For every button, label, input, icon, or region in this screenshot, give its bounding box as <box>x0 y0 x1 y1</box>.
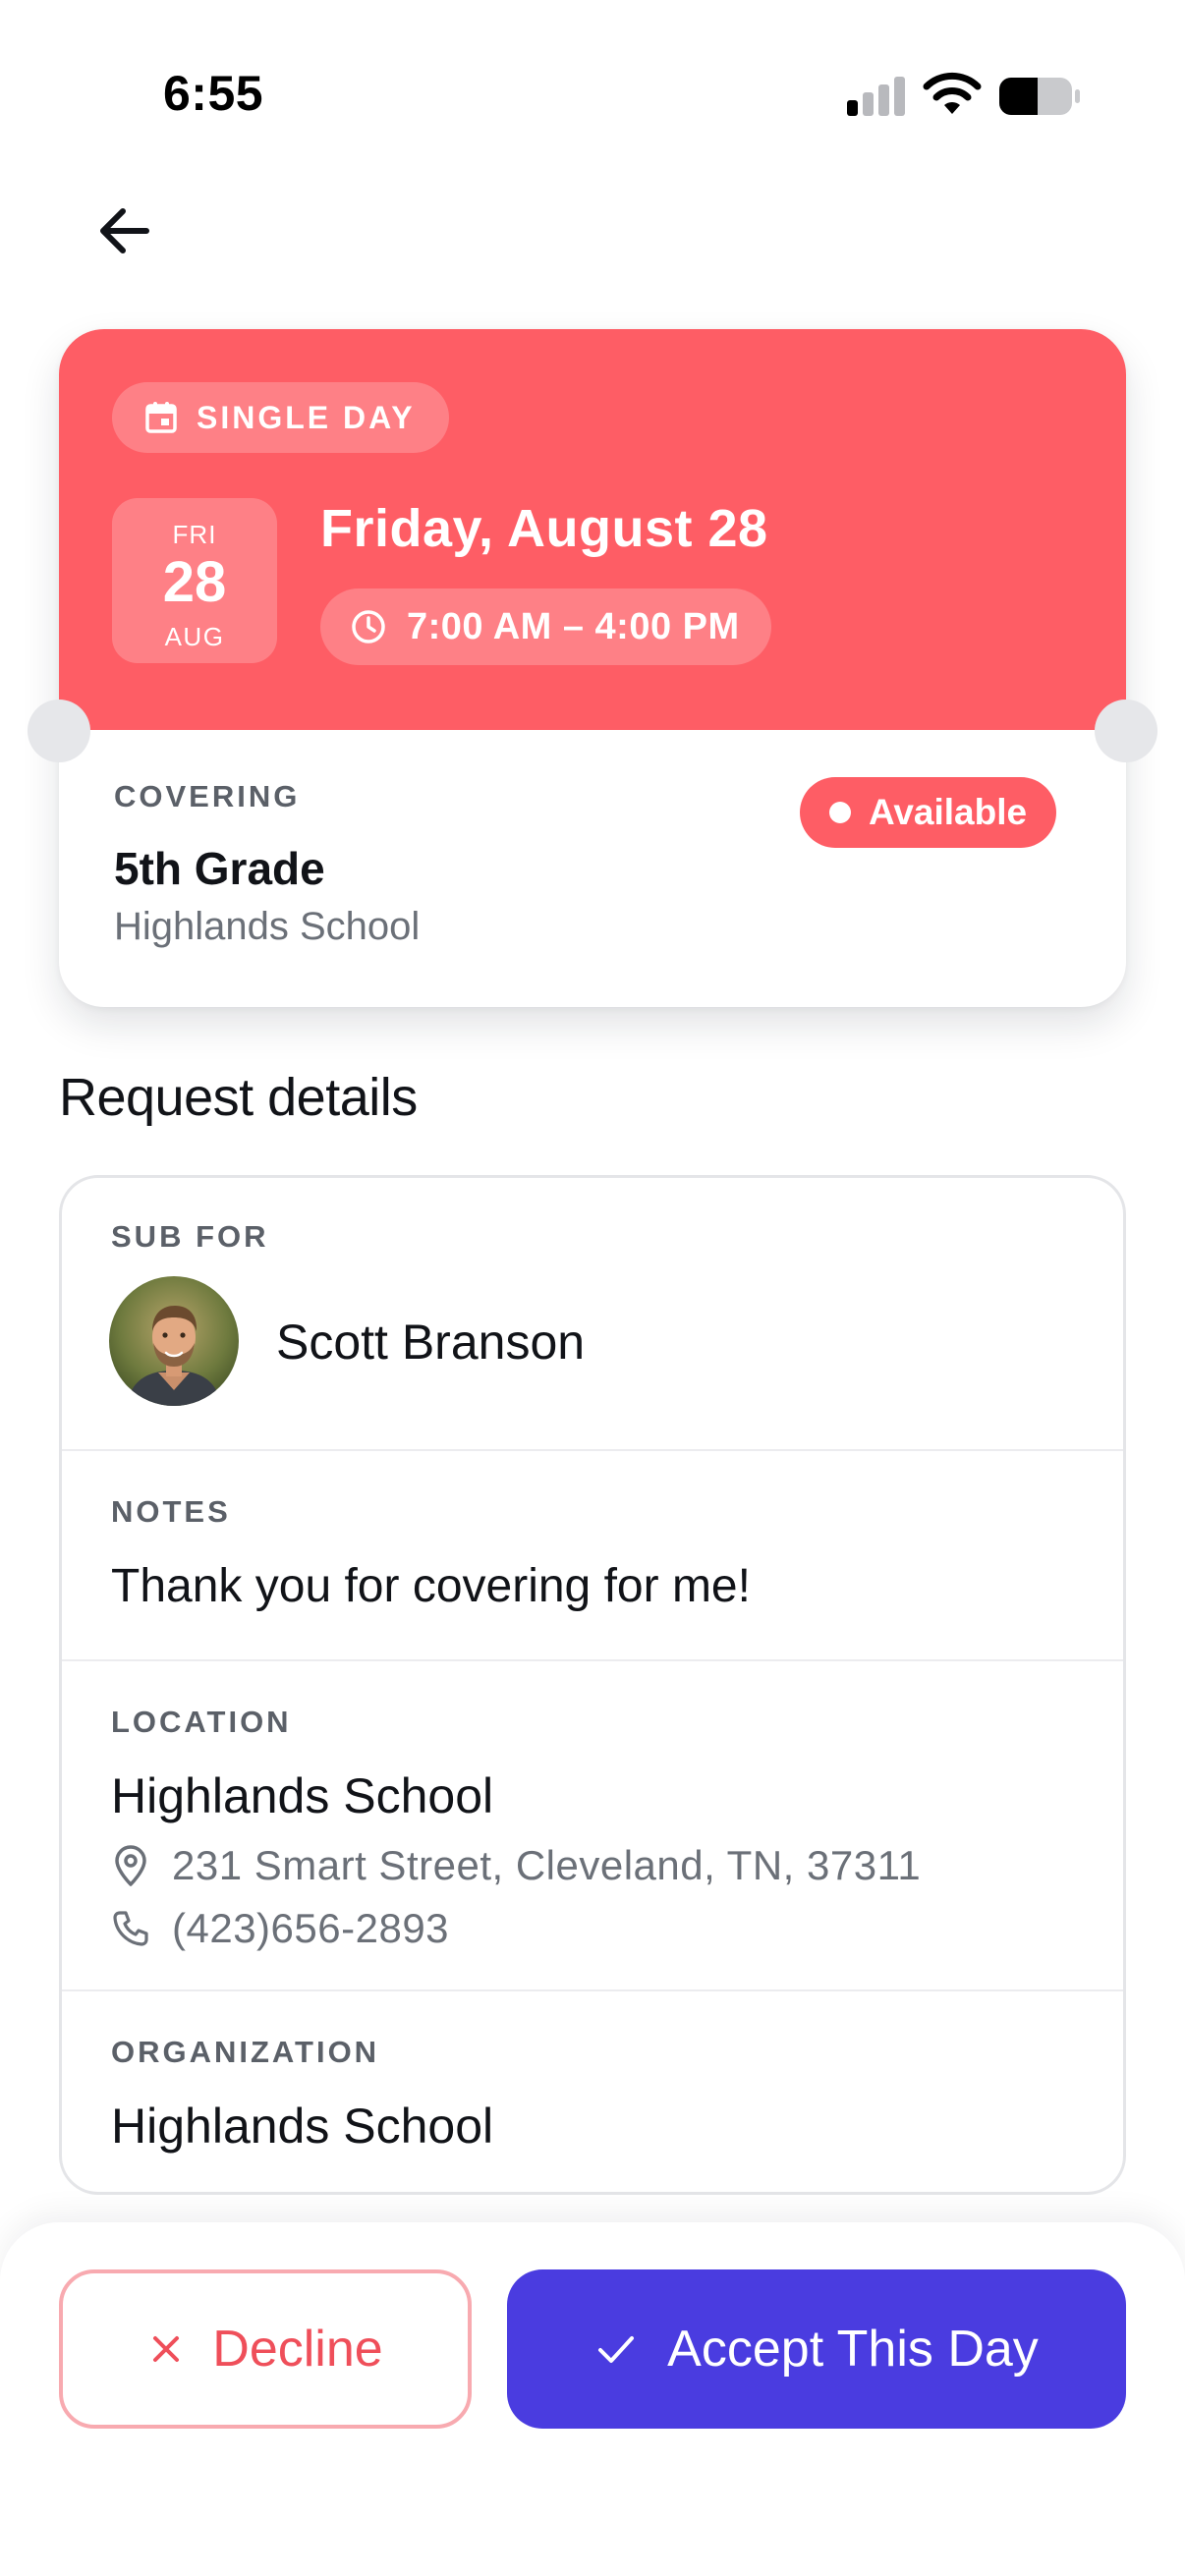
location-section: LOCATION Highlands School 231 Smart Stre… <box>62 1661 1123 1991</box>
action-bar: Decline Accept This Day <box>0 2222 1185 2576</box>
date-badge: FRI 28 AUG <box>112 498 277 663</box>
assignment-date-title: Friday, August 28 <box>320 499 768 558</box>
organization-label: ORGANIZATION <box>111 2035 380 2069</box>
request-details-card: SUB FOR Scott Branson NOTES Thank you fo… <box>59 1175 1126 2195</box>
status-badge: Available <box>800 777 1057 848</box>
phone-icon <box>113 1911 148 1946</box>
notes-text: Thank you for covering for me! <box>111 1560 751 1612</box>
organization-section: ORGANIZATION Highlands School <box>62 1991 1123 2192</box>
arrow-left-icon <box>100 208 149 253</box>
location-name: Highlands School <box>111 1768 494 1823</box>
status-badge-label: Available <box>869 792 1028 832</box>
calendar-icon <box>145 402 177 433</box>
location-label: LOCATION <box>111 1705 292 1739</box>
date-month: AUG <box>164 622 225 651</box>
covering-label: COVERING <box>114 779 301 813</box>
ticket-notch-left <box>28 700 90 762</box>
assignment-card: SINGLE DAY FRI 28 AUG Friday, August 28 … <box>59 329 1126 1007</box>
assignment-type-pill: SINGLE DAY <box>112 382 449 453</box>
time-range-label: 7:00 AM – 4:00 PM <box>407 605 740 647</box>
status-time: 6:55 <box>163 66 264 121</box>
back-button[interactable] <box>86 193 163 269</box>
avatar <box>109 1276 239 1406</box>
accept-button[interactable]: Accept This Day <box>507 2269 1126 2429</box>
decline-button[interactable]: Decline <box>59 2269 472 2429</box>
notes-label: NOTES <box>111 1494 231 1529</box>
sub-for-name: Scott Branson <box>276 1315 586 1370</box>
map-pin-icon <box>115 1845 146 1886</box>
assignment-type-label: SINGLE DAY <box>197 399 416 435</box>
status-bar: 6:55 <box>0 0 1185 177</box>
accept-label: Accept This Day <box>667 2321 1039 2378</box>
status-dot-icon <box>829 802 851 823</box>
location-address: 231 Smart Street, Cleveland, TN, 37311 <box>172 1842 922 1888</box>
time-range-pill: 7:00 AM – 4:00 PM <box>320 588 771 665</box>
location-phone: (423)656-2893 <box>172 1905 450 1951</box>
assignment-card-header: SINGLE DAY FRI 28 AUG Friday, August 28 … <box>59 329 1126 730</box>
location-phone-row[interactable]: (423)656-2893 <box>111 1905 449 1952</box>
battery-icon <box>999 78 1080 115</box>
section-title: Request details <box>59 1068 418 1127</box>
wifi-icon <box>923 72 982 114</box>
organization-name: Highlands School <box>111 2099 494 2154</box>
sub-for-label: SUB FOR <box>111 1219 269 1254</box>
decline-label: Decline <box>212 2321 383 2378</box>
covering-class: 5th Grade <box>114 843 325 894</box>
notes-section: NOTES Thank you for covering for me! <box>62 1451 1123 1661</box>
date-day-of-week: FRI <box>172 520 217 549</box>
clock-icon <box>352 610 385 644</box>
covering-school: Highlands School <box>114 905 421 948</box>
close-icon <box>153 2336 180 2362</box>
date-day-number: 28 <box>162 550 227 614</box>
sub-for-section: SUB FOR Scott Branson <box>62 1178 1123 1451</box>
location-address-row[interactable]: 231 Smart Street, Cleveland, TN, 37311 <box>111 1842 921 1889</box>
checkmark-icon <box>598 2336 635 2363</box>
ticket-notch-right <box>1095 700 1157 762</box>
cellular-signal-icon <box>847 77 906 116</box>
